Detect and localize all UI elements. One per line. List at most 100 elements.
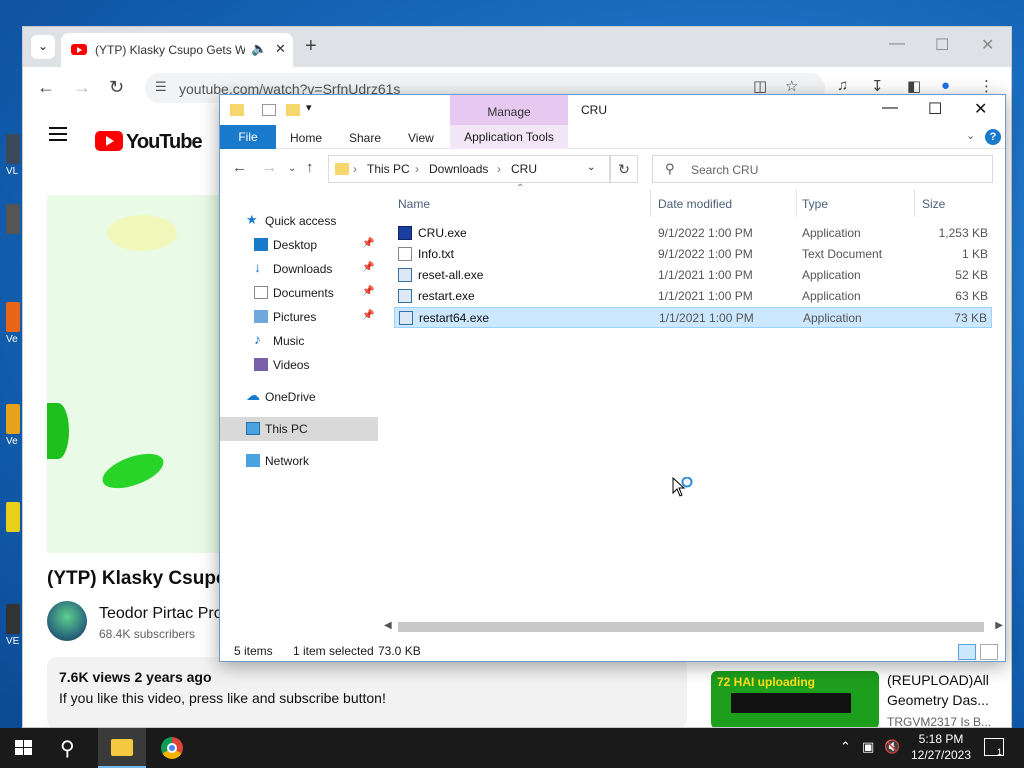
nav-label: Videos — [273, 358, 310, 372]
documents-icon — [254, 286, 268, 299]
recommended-thumbnail[interactable]: 72 HAI uploading — [711, 671, 879, 727]
properties-icon[interactable] — [262, 104, 276, 116]
downloads-icon[interactable]: ↧ — [871, 77, 884, 95]
column-type[interactable]: Type — [802, 197, 828, 211]
customize-qat-icon[interactable]: ▾ — [306, 101, 312, 114]
volume-muted-icon[interactable]: 🔇 — [884, 739, 900, 755]
site-info-icon[interactable]: ☰ — [155, 79, 167, 95]
large-icons-view-icon[interactable] — [980, 644, 998, 660]
help-icon[interactable]: ? — [985, 129, 1001, 145]
video-player[interactable] — [47, 195, 247, 553]
minimize-button[interactable]: — — [882, 99, 898, 117]
tab-home[interactable]: Home — [290, 131, 322, 145]
youtube-wordmark[interactable]: YouTube — [126, 131, 203, 154]
channel-name[interactable]: Teodor Pirtac Pro — [99, 605, 223, 623]
taskbar: ⚲ ⌃ ▣ 🔇 5:18 PM 12/27/2023 1 — [0, 728, 1024, 768]
nav-item-quick-access[interactable]: ★ Quick access — [220, 209, 378, 233]
tab-application-tools[interactable]: Application Tools — [450, 125, 568, 149]
pin-icon[interactable]: 📌 — [362, 262, 374, 273]
close-window-button[interactable]: ✕ — [974, 99, 987, 119]
hamburger-menu-icon[interactable] — [49, 133, 67, 135]
tab-view[interactable]: View — [408, 131, 434, 145]
network-status-icon[interactable]: ▣ — [862, 739, 874, 755]
clock-date: 12/27/2023 — [910, 748, 972, 762]
new-tab-button[interactable]: + — [305, 35, 317, 58]
search-icon: ⚲ — [665, 161, 675, 176]
show-hidden-icons-icon[interactable]: ⌃ — [840, 739, 851, 755]
breadcrumb-downloads[interactable]: Downloads — [429, 162, 488, 176]
close-tab-icon[interactable]: ✕ — [275, 41, 286, 57]
address-bar[interactable]: › This PC › Downloads › CRU ⌄ — [328, 155, 610, 183]
recent-locations-icon[interactable]: ⌄ — [288, 163, 296, 174]
file-row-selected[interactable]: restart64.exe 1/1/2021 1:00 PM Applicati… — [394, 307, 992, 328]
desktop-icon — [254, 238, 268, 251]
file-row[interactable]: Info.txt 9/1/2022 1:00 PM Text Document … — [394, 244, 992, 265]
notifications-icon[interactable]: 1 — [984, 738, 1004, 757]
forward-icon[interactable]: → — [262, 159, 277, 176]
recommended-channel[interactable]: TRGVM2317 Is B... — [887, 715, 991, 727]
nav-item-videos[interactable]: Videos — [220, 353, 378, 377]
maximize-button[interactable]: ☐ — [935, 35, 949, 55]
expand-ribbon-icon[interactable]: ⌄ — [966, 129, 975, 142]
youtube-logo-icon[interactable] — [95, 131, 123, 151]
clock[interactable]: 5:18 PM 12/27/2023 — [906, 731, 976, 763]
new-folder-icon[interactable] — [286, 104, 300, 116]
nav-item-desktop[interactable]: Desktop 📌 — [220, 233, 378, 257]
scroll-right-icon[interactable]: ▶ — [995, 620, 1003, 631]
nav-item-this-pc[interactable]: This PC — [220, 417, 378, 441]
nav-item-documents[interactable]: Documents 📌 — [220, 281, 378, 305]
file-type: Application — [803, 311, 862, 325]
forward-icon[interactable]: → — [73, 77, 91, 98]
scrollbar-thumb[interactable] — [398, 622, 984, 632]
pin-icon[interactable]: 📌 — [362, 238, 374, 249]
shortcut-icon — [6, 502, 20, 532]
refresh-button[interactable]: ↻ — [610, 155, 638, 183]
tab-file[interactable]: File — [220, 125, 276, 149]
column-date-modified[interactable]: Date modified — [658, 197, 732, 211]
horizontal-scrollbar[interactable]: ◀ ▶ — [380, 619, 1005, 635]
nav-item-pictures[interactable]: Pictures 📌 — [220, 305, 378, 329]
description-box[interactable]: 7.6K views 2 years ago If you like this … — [47, 657, 687, 727]
file-row[interactable]: restart.exe 1/1/2021 1:00 PM Application… — [394, 286, 992, 307]
tab-search-button[interactable]: ⌄ — [31, 35, 55, 59]
file-explorer-taskbar-icon[interactable] — [98, 728, 146, 768]
nav-item-downloads[interactable]: ↓ Downloads 📌 — [220, 257, 378, 281]
nav-item-music[interactable]: ♪ Music — [220, 329, 378, 353]
install-app-icon[interactable]: ◫ — [753, 77, 767, 95]
file-row[interactable]: reset-all.exe 1/1/2021 1:00 PM Applicati… — [394, 265, 992, 286]
search-box[interactable]: ⚲ Search CRU — [652, 155, 993, 183]
up-icon[interactable]: ↑ — [306, 159, 314, 176]
manage-context-tab[interactable]: Manage — [450, 95, 568, 125]
scroll-left-icon[interactable]: ◀ — [384, 620, 392, 631]
pin-icon[interactable]: 📌 — [362, 286, 374, 297]
column-size[interactable]: Size — [922, 197, 945, 211]
reload-icon[interactable]: ↻ — [109, 77, 124, 98]
details-view-icon[interactable] — [958, 644, 976, 660]
channel-avatar[interactable] — [47, 601, 87, 641]
address-dropdown-icon[interactable]: ⌄ — [587, 162, 595, 173]
bookmark-star-icon[interactable]: ☆ — [785, 77, 798, 95]
side-panel-icon[interactable]: ◧ — [907, 77, 921, 95]
browser-tab[interactable]: (YTP) Klasky Csupo Gets We 🔈 ✕ — [61, 33, 293, 67]
column-name[interactable]: Name — [398, 197, 430, 211]
tab-share[interactable]: Share — [349, 131, 381, 145]
chrome-menu-icon[interactable]: ⋮ — [979, 77, 994, 95]
chrome-taskbar-icon[interactable] — [148, 728, 196, 768]
profile-icon[interactable]: ● — [941, 77, 950, 94]
close-window-button[interactable]: ✕ — [981, 35, 994, 55]
nav-item-network[interactable]: Network — [220, 449, 378, 473]
speaker-icon[interactable]: 🔈 — [251, 41, 267, 57]
start-windows-icon[interactable] — [15, 740, 32, 756]
search-icon[interactable]: ⚲ — [60, 736, 75, 761]
nav-item-onedrive[interactable]: ☁ OneDrive — [220, 385, 378, 409]
maximize-button[interactable]: ☐ — [928, 99, 942, 119]
media-control-icon[interactable]: ♫ — [837, 77, 848, 94]
pin-icon[interactable]: 📌 — [362, 310, 374, 321]
minimize-button[interactable]: — — [889, 35, 905, 53]
breadcrumb-this-pc[interactable]: This PC — [367, 162, 410, 176]
breadcrumb-cru[interactable]: CRU — [511, 162, 537, 176]
recommended-title[interactable]: (REUPLOAD)All Geometry Das... — [887, 670, 997, 710]
file-row[interactable]: CRU.exe 9/1/2022 1:00 PM Application 1,2… — [394, 223, 992, 244]
back-icon[interactable]: ← — [37, 77, 55, 98]
back-icon[interactable]: ← — [232, 159, 247, 176]
